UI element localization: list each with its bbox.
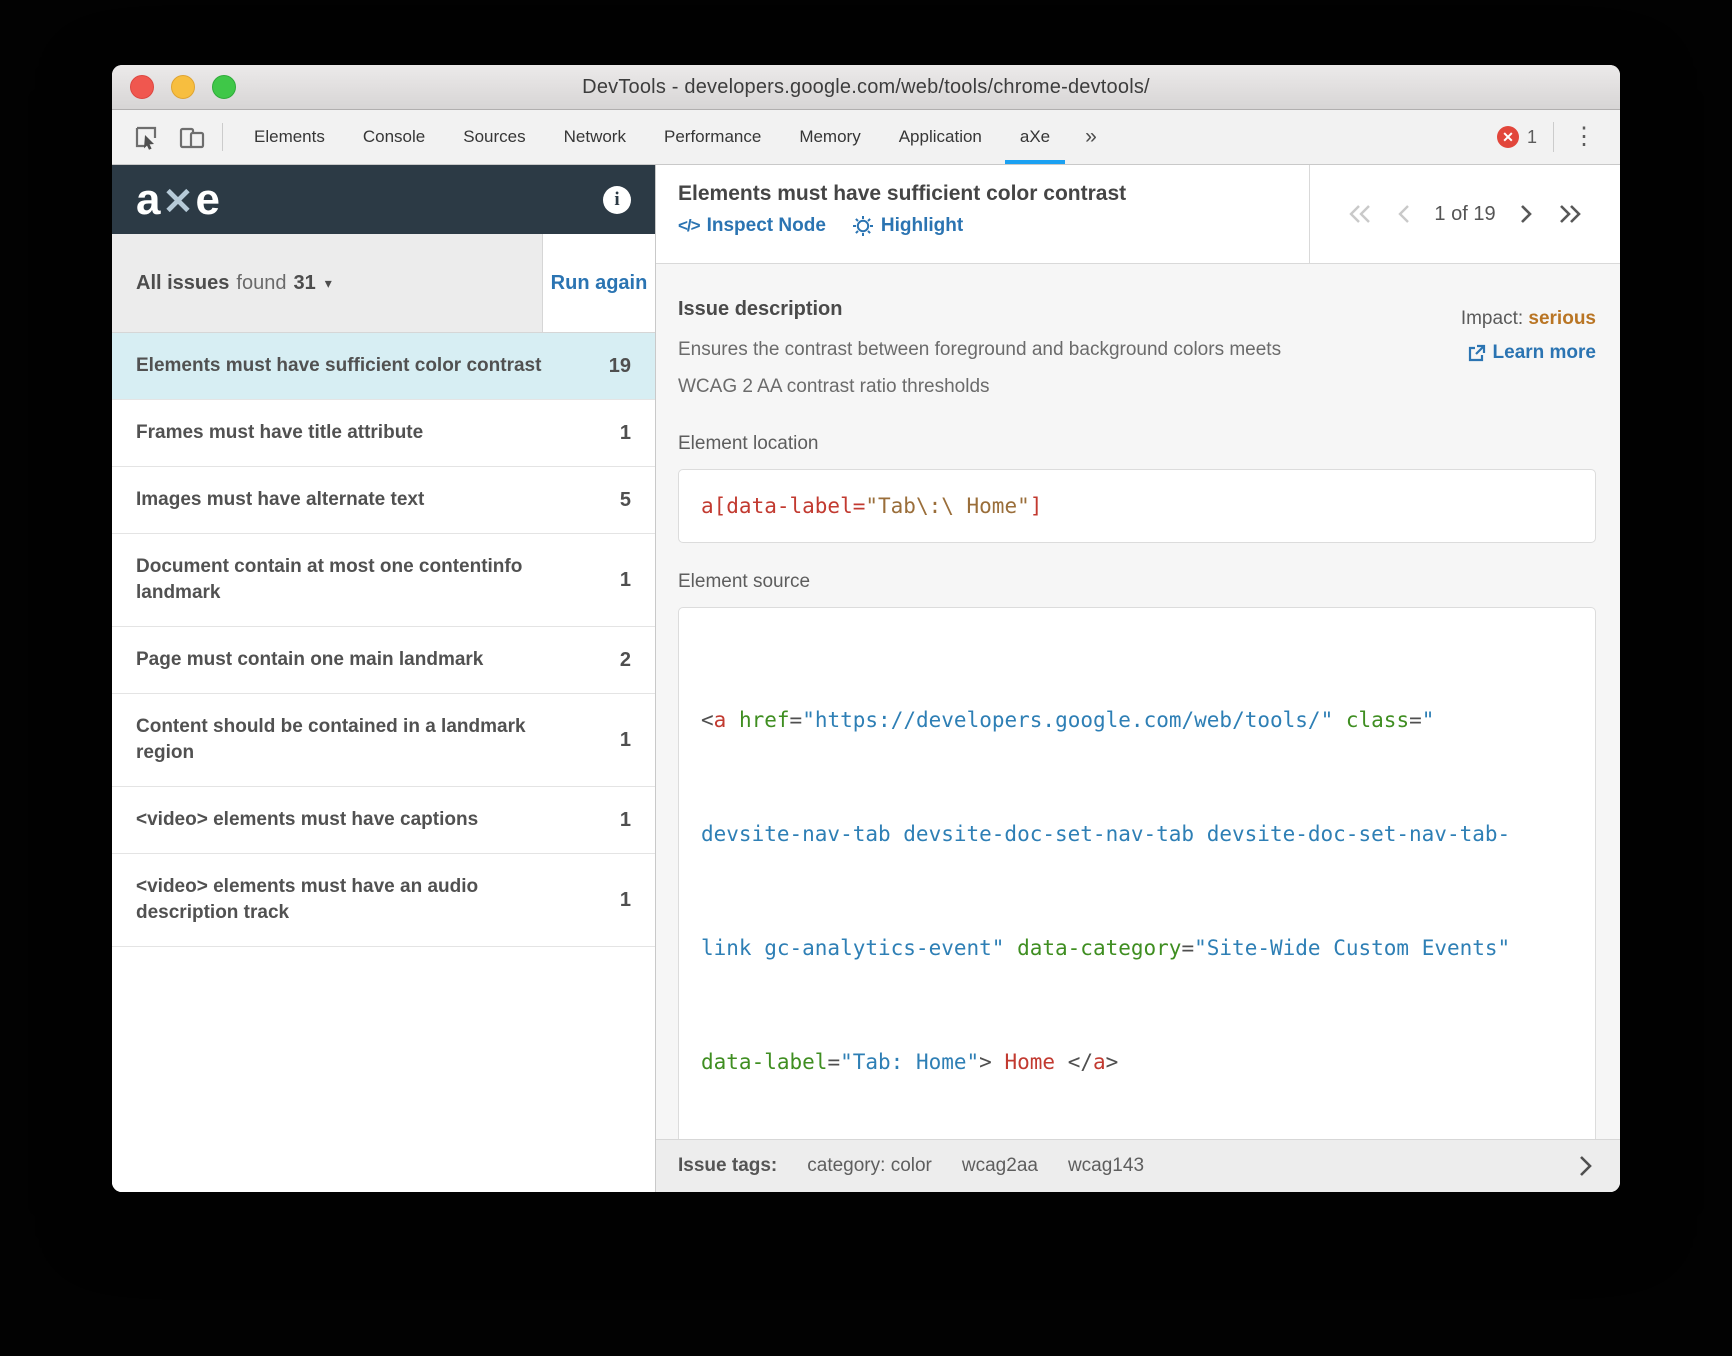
axe-logo-x-mark: ✕ xyxy=(162,180,195,222)
issue-filter-dropdown[interactable]: All issues found 31 ▾ xyxy=(112,234,543,332)
issue-tags-footer: Issue tags: category: color wcag2aa wcag… xyxy=(656,1139,1620,1192)
info-icon[interactable]: i xyxy=(603,185,631,214)
filter-bar: All issues found 31 ▾ Run again xyxy=(112,234,655,333)
filter-count: 31 xyxy=(293,271,316,294)
device-toolbar-icon[interactable] xyxy=(174,119,210,155)
issue-count: 1 xyxy=(619,568,631,591)
tag-wcag143: wcag143 xyxy=(1067,1155,1145,1176)
issue-row-contentinfo-landmark[interactable]: Document contain at most one contentinfo… xyxy=(112,534,655,627)
caret-down-icon: ▾ xyxy=(324,274,332,291)
tab-console[interactable]: Console xyxy=(344,110,444,164)
issue-count: 1 xyxy=(619,808,631,831)
tab-elements[interactable]: Elements xyxy=(235,110,344,164)
issue-count: 1 xyxy=(619,421,631,444)
element-location-label: Element location xyxy=(678,433,819,454)
tabbar-divider xyxy=(1553,122,1554,152)
tag-wcag2aa: wcag2aa xyxy=(961,1155,1038,1176)
issue-row-video-audio-description[interactable]: <video> elements must have an audio desc… xyxy=(112,854,655,947)
detail-body: Issue description Ensures the contrast b… xyxy=(656,264,1620,1139)
source-line: data-label="Tab: Home"> Home </a> xyxy=(701,1050,1119,1074)
issue-row-video-captions[interactable]: <video> elements must have captions 1 xyxy=(112,787,655,854)
filter-label-mid: found xyxy=(236,271,287,294)
issue-row-frames-title[interactable]: Frames must have title attribute 1 xyxy=(112,400,655,467)
previous-page-button[interactable] xyxy=(1396,200,1412,228)
issue-count: 5 xyxy=(619,488,631,511)
impact-value: serious xyxy=(1528,308,1596,329)
run-again-button[interactable]: Run again xyxy=(543,234,655,332)
error-badge-icon[interactable]: ✕ xyxy=(1496,126,1519,148)
devtools-tabbar: Elements Console Sources Network Perform… xyxy=(112,110,1620,165)
issue-description-text: Ensures the contrast between foreground … xyxy=(678,339,1282,397)
page-indicator: 1 of 19 xyxy=(1434,202,1496,225)
axe-sidebar: a✕e i All issues found 31 ▾ Run again El… xyxy=(112,165,656,1192)
issue-detail-panel: Elements must have sufficient color cont… xyxy=(656,165,1620,1192)
tab-sources[interactable]: Sources xyxy=(444,110,544,164)
code-brackets-icon: </> xyxy=(678,216,701,235)
next-page-button[interactable] xyxy=(1518,200,1534,228)
issue-row-images-alt[interactable]: Images must have alternate text 5 xyxy=(112,467,655,534)
filter-label-bold: All issues xyxy=(136,271,230,294)
element-location-code: a[data-label="Tab\:\ Home"] xyxy=(678,469,1596,543)
issue-count: 19 xyxy=(608,354,631,377)
toolbar-divider xyxy=(222,123,223,151)
toolbar-icons xyxy=(112,110,235,164)
devtools-window: DevTools - developers.google.com/web/too… xyxy=(112,65,1620,1192)
impact-block: Impact: serious Learn more xyxy=(1296,302,1596,405)
panel-tabs: Elements Console Sources Network Perform… xyxy=(235,110,1113,164)
tag-category-color: category: color xyxy=(807,1155,932,1176)
tabbar-right: ✕ 1 ⋮ xyxy=(1496,110,1620,164)
titlebar: DevTools - developers.google.com/web/too… xyxy=(112,65,1620,110)
tab-network[interactable]: Network xyxy=(545,110,645,164)
window-title: DevTools - developers.google.com/web/too… xyxy=(582,75,1150,98)
issue-count: 1 xyxy=(619,728,631,751)
element-source-code: <a href="https://developers.google.com/w… xyxy=(678,607,1596,1139)
issue-row-color-contrast[interactable]: Elements must have sufficient color cont… xyxy=(112,333,655,400)
issue-row-landmark-region[interactable]: Content should be contained in a landmar… xyxy=(112,694,655,787)
pagination: 1 of 19 xyxy=(1309,165,1620,263)
tab-application[interactable]: Application xyxy=(880,110,1001,164)
last-page-button[interactable] xyxy=(1556,200,1584,228)
element-source-label: Element source xyxy=(678,571,811,592)
impact-label: Impact: xyxy=(1460,308,1529,329)
tab-performance[interactable]: Performance xyxy=(645,110,780,164)
tab-memory[interactable]: Memory xyxy=(780,110,879,164)
highlight-sun-icon xyxy=(852,215,874,237)
kebab-menu-icon[interactable]: ⋮ xyxy=(1558,125,1606,149)
issue-list: Elements must have sufficient color cont… xyxy=(112,333,655,1192)
axe-panel-header: a✕e i xyxy=(112,165,655,234)
expand-tags-chevron-icon[interactable] xyxy=(1576,1151,1594,1181)
issue-count: 2 xyxy=(619,648,631,671)
issue-row-main-landmark[interactable]: Page must contain one main landmark 2 xyxy=(112,627,655,694)
axe-logo: a✕e xyxy=(136,174,221,224)
issue-description-heading: Issue description xyxy=(678,298,843,320)
learn-more-link[interactable]: Learn more xyxy=(1467,336,1596,370)
error-count: 1 xyxy=(1526,126,1537,147)
external-link-icon xyxy=(1467,344,1486,363)
highlight-button[interactable]: Highlight xyxy=(852,215,963,237)
issue-tags-label: Issue tags: xyxy=(678,1155,778,1176)
inspect-element-icon[interactable] xyxy=(128,119,164,155)
tab-axe[interactable]: aXe xyxy=(1001,110,1069,164)
source-line: <a href="https://developers.google.com/w… xyxy=(701,708,1435,732)
source-line: devsite-nav-tab devsite-doc-set-nav-tab … xyxy=(701,822,1511,846)
inspect-node-button[interactable]: </> Inspect Node xyxy=(678,215,826,237)
more-tabs-chevron-icon[interactable]: » xyxy=(1069,110,1113,164)
first-page-button[interactable] xyxy=(1346,200,1374,228)
issue-count: 1 xyxy=(619,888,631,911)
source-line: link gc-analytics-event" data-category="… xyxy=(701,936,1511,960)
detail-title: Elements must have sufficient color cont… xyxy=(678,182,1127,205)
detail-header: Elements must have sufficient color cont… xyxy=(656,165,1620,264)
